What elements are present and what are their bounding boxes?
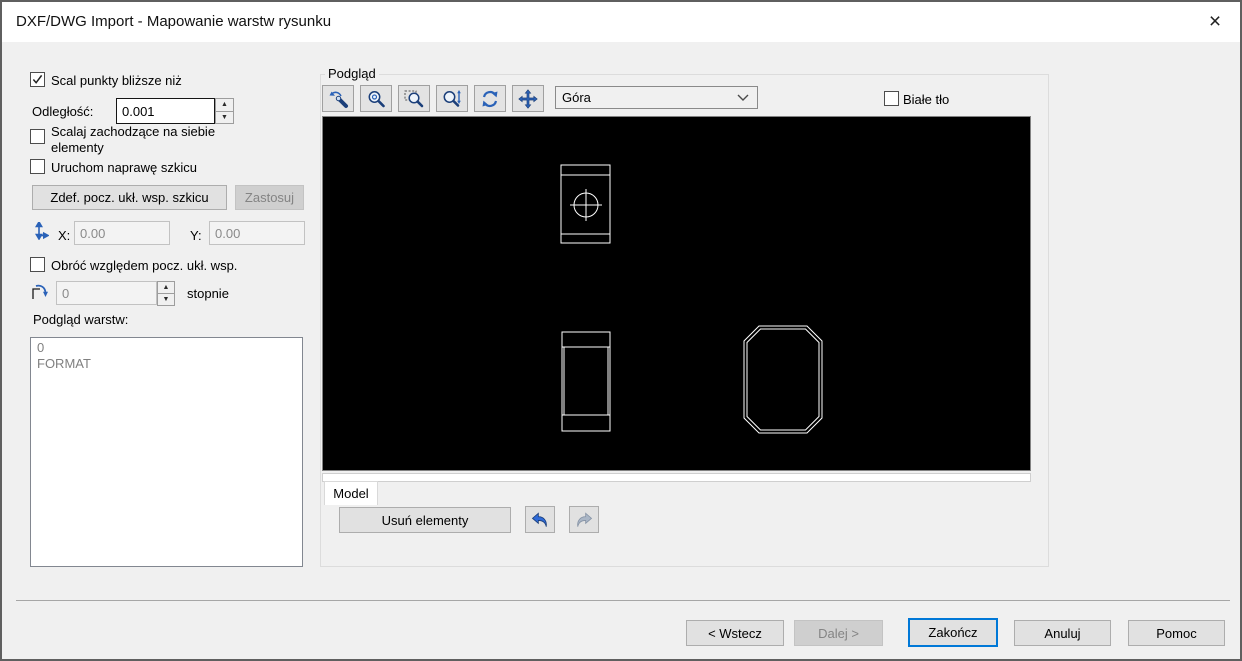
- origin-axes-icon: [34, 222, 49, 240]
- run-repair-label: Uruchom naprawę szkicu: [51, 160, 197, 175]
- next-button[interactable]: Dalej >: [794, 620, 883, 646]
- distance-spinner: ▲ ▼: [215, 98, 234, 124]
- preview-canvas[interactable]: [322, 116, 1031, 471]
- undo-icon: [531, 511, 547, 527]
- down-arrow-icon: ▼: [162, 296, 170, 303]
- zoom-area-button[interactable]: [398, 85, 430, 112]
- layers-listbox[interactable]: 0 FORMAT: [30, 337, 303, 567]
- white-background-label: Białe tło: [903, 92, 950, 107]
- zoom-selection-button[interactable]: [322, 85, 354, 112]
- preview-group-label: Podgląd: [325, 66, 379, 81]
- titlebar: DXF/DWG Import - Mapowanie warstw rysunk…: [2, 2, 1240, 42]
- x-label: X:: [58, 228, 71, 243]
- angle-spinner: ▲ ▼: [157, 281, 175, 306]
- up-arrow-icon: ▲: [221, 101, 228, 109]
- merge-points-checkbox[interactable]: [30, 72, 45, 87]
- layers-preview-label: Podgląd warstw:: [33, 312, 129, 327]
- merge-points-label: Scal punkty bliższe niż: [51, 73, 182, 88]
- distance-input[interactable]: 0.001: [116, 98, 215, 124]
- finish-button[interactable]: Zakończ: [908, 618, 998, 647]
- rotate-label: Obróć względem pocz. ukł. wsp.: [51, 258, 238, 273]
- dialog-title: DXF/DWG Import - Mapowanie warstw rysunk…: [16, 13, 332, 30]
- redo-icon: [577, 511, 593, 527]
- layer-item[interactable]: FORMAT: [31, 356, 302, 372]
- rotate-checkbox[interactable]: [30, 257, 45, 272]
- refresh-icon: [482, 90, 498, 107]
- merge-overlapping-label: Scalaj zachodzące na siebie elementy: [51, 124, 215, 156]
- zoom-button[interactable]: [360, 85, 392, 112]
- up-arrow-icon: ▲: [162, 284, 170, 291]
- checkmark-icon: [32, 74, 43, 84]
- angle-input[interactable]: 0: [56, 281, 157, 305]
- degrees-label: stopnie: [187, 286, 229, 301]
- zoom-in-out-button[interactable]: [436, 85, 468, 112]
- chevron-down-icon: [737, 94, 749, 101]
- back-button[interactable]: < Wstecz: [686, 620, 784, 646]
- spin-up-button[interactable]: ▲: [216, 99, 233, 111]
- zoom-icon: [368, 90, 385, 107]
- y-input[interactable]: 0.00: [209, 221, 305, 245]
- undo-button[interactable]: [525, 506, 555, 533]
- down-arrow-icon: ▼: [221, 113, 228, 121]
- angle-spin-up-button[interactable]: ▲: [158, 282, 174, 293]
- redo-button[interactable]: [569, 506, 599, 533]
- merge-overlapping-label-line2: elementy: [51, 140, 104, 155]
- close-icon[interactable]: ×: [1198, 6, 1232, 38]
- zoom-area-icon: [404, 90, 424, 107]
- apply-button[interactable]: Zastosuj: [235, 185, 304, 210]
- dxf-dwg-import-dialog: DXF/DWG Import - Mapowanie warstw rysunk…: [0, 0, 1242, 661]
- spin-down-button[interactable]: ▼: [216, 110, 233, 123]
- angle-spin-down-button[interactable]: ▼: [158, 293, 174, 305]
- tab-model[interactable]: Model: [324, 481, 378, 505]
- layer-item[interactable]: 0: [31, 340, 302, 356]
- cancel-button[interactable]: Anuluj: [1014, 620, 1111, 646]
- preview-horizontal-scrollbar[interactable]: [322, 473, 1031, 482]
- rotate-angle-icon: [32, 284, 48, 299]
- distance-label: Odległość:: [32, 104, 94, 119]
- define-origin-button[interactable]: Zdef. pocz. ukł. wsp. szkicu: [32, 185, 227, 210]
- y-label: Y:: [190, 228, 202, 243]
- zoom-in-out-icon: [443, 89, 461, 107]
- pan-icon: [518, 88, 538, 109]
- help-button[interactable]: Pomoc: [1128, 620, 1225, 646]
- merge-overlapping-checkbox[interactable]: [30, 129, 45, 144]
- footer-separator: [16, 600, 1230, 601]
- pan-button[interactable]: [512, 85, 544, 112]
- x-input[interactable]: 0.00: [74, 221, 170, 245]
- zoom-selection-icon: [329, 91, 348, 108]
- preview-drawing: [560, 164, 823, 434]
- refresh-button[interactable]: [474, 85, 506, 112]
- delete-elements-button[interactable]: Usuń elementy: [339, 507, 511, 533]
- view-orientation-value: Góra: [562, 90, 591, 105]
- run-repair-checkbox[interactable]: [30, 159, 45, 174]
- merge-overlapping-label-line1: Scalaj zachodzące na siebie: [51, 124, 216, 139]
- white-background-checkbox[interactable]: [884, 91, 899, 106]
- view-orientation-select[interactable]: Góra: [555, 86, 758, 109]
